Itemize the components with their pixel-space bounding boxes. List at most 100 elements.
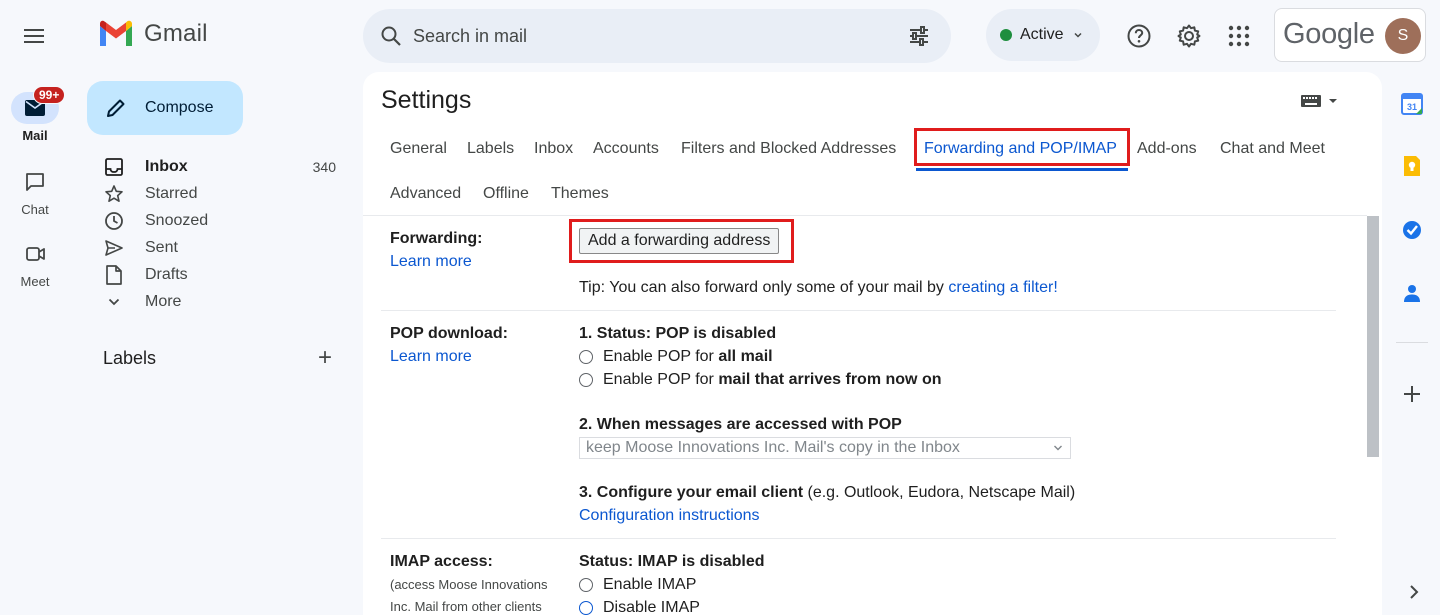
tabs-divider: [363, 215, 1367, 216]
compose-label: Compose: [145, 99, 214, 116]
active-tab-indicator: [916, 168, 1128, 171]
forwarding-label: Forwarding:: [390, 230, 483, 247]
imap-sublabel: Inc. Mail from other clients: [390, 599, 542, 614]
pop-all-mail-radio[interactable]: [579, 350, 593, 364]
add-label-icon[interactable]: +: [318, 346, 332, 370]
pop-action-select[interactable]: keep Moose Innovations Inc. Mail's copy …: [579, 437, 1071, 459]
nav-item-starred[interactable]: Starred: [104, 180, 344, 207]
option-text: Enable POP for: [603, 371, 719, 388]
pencil-icon: [107, 99, 125, 117]
status-selector[interactable]: Active: [986, 9, 1100, 61]
nav-item-drafts[interactable]: Drafts: [104, 261, 344, 288]
google-contacts-icon[interactable]: [1400, 281, 1424, 305]
pop-all-mail-option: Enable POP for all mail: [603, 348, 773, 366]
nav-item-label: Drafts: [145, 265, 188, 283]
chevron-right-icon[interactable]: [1402, 580, 1426, 604]
nav-item-label: Inbox: [145, 157, 188, 175]
tab-chat-and-meet[interactable]: Chat and Meet: [1220, 140, 1325, 158]
section-divider: [381, 538, 1336, 539]
help-icon[interactable]: [1126, 23, 1152, 49]
nav-item-inbox[interactable]: Inbox 340: [104, 153, 344, 180]
disable-imap-radio[interactable]: [579, 601, 593, 615]
pop-from-now-radio[interactable]: [579, 373, 593, 387]
nav-item-sent[interactable]: Sent: [104, 234, 344, 261]
chevron-down-icon: [1074, 32, 1082, 38]
option-text: Enable POP for: [603, 348, 719, 365]
rail-mail[interactable]: 99+ Mail: [0, 86, 70, 143]
draft-icon: [106, 264, 122, 285]
inbox-icon: [105, 157, 123, 176]
app-name: Gmail: [144, 20, 208, 47]
configure-client-text: 3. Configure your email client (e.g. Out…: [579, 484, 1075, 502]
nav-item-label: Snoozed: [145, 211, 209, 229]
tab-filters[interactable]: Filters and Blocked Addresses: [681, 140, 896, 158]
nav-item-label: More: [145, 292, 182, 310]
tab-add-ons[interactable]: Add-ons: [1137, 140, 1197, 158]
clock-icon: [105, 211, 123, 230]
tab-general[interactable]: General: [390, 140, 447, 158]
google-keep-icon[interactable]: [1400, 154, 1424, 178]
nav-item-more[interactable]: More: [104, 288, 344, 315]
main-menu-icon[interactable]: [22, 24, 46, 48]
pop-status: 1. Status: POP is disabled: [579, 325, 777, 342]
gmail-m-icon: [100, 20, 132, 46]
configure-rest-text: (e.g. Outlook, Eudora, Netscape Mail): [803, 484, 1076, 501]
tab-forwarding-pop-imap[interactable]: Forwarding and POP/IMAP: [924, 140, 1117, 158]
rail-meet-label: Meet: [20, 274, 50, 289]
rail-chat[interactable]: Chat: [0, 166, 70, 217]
page-title: Settings: [381, 86, 472, 114]
nav-item-label: Sent: [145, 238, 178, 256]
tab-accounts[interactable]: Accounts: [593, 140, 659, 158]
imap-sublabel: (access Moose Innovations: [390, 577, 548, 592]
configure-bold-text: 3. Configure your email client: [579, 484, 804, 501]
tab-offline[interactable]: Offline: [483, 185, 529, 203]
pop-from-now-option: Enable POP for mail that arrives from no…: [603, 371, 941, 389]
search-icon[interactable]: [379, 24, 403, 48]
section-divider: [381, 310, 1336, 311]
settings-panel: Settings General Labels Inbox Accounts F…: [363, 72, 1382, 615]
option-bold-text: all mail: [718, 348, 773, 365]
pop-learn-more-link[interactable]: Learn more: [390, 348, 472, 366]
top-bar: Gmail Active Google S: [0, 0, 1440, 72]
option-bold-text: mail that arrives from now on: [718, 371, 942, 388]
scrollbar-thumb[interactable]: [1367, 216, 1379, 457]
google-calendar-icon[interactable]: 31: [1400, 92, 1424, 116]
avatar[interactable]: S: [1385, 18, 1421, 54]
chevron-down-icon: [108, 298, 120, 305]
compose-button[interactable]: Compose: [87, 81, 243, 135]
input-tools-keyboard-icon[interactable]: [1301, 94, 1345, 108]
add-addon-plus-icon[interactable]: [1400, 382, 1424, 406]
tip-text: Tip: You can also forward only some of y…: [579, 279, 949, 296]
google-wordmark: Google: [1283, 18, 1375, 50]
settings-gear-icon[interactable]: [1176, 23, 1202, 49]
search-input[interactable]: [413, 21, 883, 51]
tab-themes[interactable]: Themes: [551, 185, 609, 203]
tab-labels[interactable]: Labels: [467, 140, 514, 158]
labels-heading: Labels: [103, 348, 157, 368]
search-bar[interactable]: [363, 9, 951, 63]
enable-imap-label: Enable IMAP: [603, 576, 697, 593]
forwarding-learn-more-link[interactable]: Learn more: [390, 253, 472, 271]
pop-action-value: keep Moose Innovations Inc. Mail's copy …: [586, 439, 960, 456]
create-filter-link[interactable]: creating a filter!: [948, 279, 1057, 296]
account-switcher[interactable]: Google S: [1274, 8, 1426, 62]
search-options-icon[interactable]: [907, 24, 931, 48]
add-forwarding-address-button[interactable]: Add a forwarding address: [579, 228, 780, 254]
gmail-logo[interactable]: Gmail: [98, 20, 208, 48]
enable-imap-radio[interactable]: [579, 578, 593, 592]
send-icon: [105, 239, 123, 256]
rail-meet[interactable]: Meet: [0, 238, 70, 289]
status-dot-icon: [1000, 29, 1012, 41]
rail-mail-label: Mail: [22, 128, 48, 143]
tab-inbox[interactable]: Inbox: [534, 140, 573, 158]
configuration-instructions-link[interactable]: Configuration instructions: [579, 507, 760, 525]
apps-grid-icon[interactable]: [1226, 23, 1252, 49]
imap-status: Status: IMAP is disabled: [579, 553, 765, 570]
tab-advanced[interactable]: Advanced: [390, 185, 461, 203]
chevron-down-icon: [1054, 445, 1062, 451]
forwarding-tip: Tip: You can also forward only some of y…: [579, 279, 1058, 297]
rail-chat-label: Chat: [21, 202, 49, 217]
nav-item-snoozed[interactable]: Snoozed: [104, 207, 344, 234]
status-label: Active: [1020, 26, 1064, 43]
google-tasks-icon[interactable]: [1400, 218, 1424, 242]
